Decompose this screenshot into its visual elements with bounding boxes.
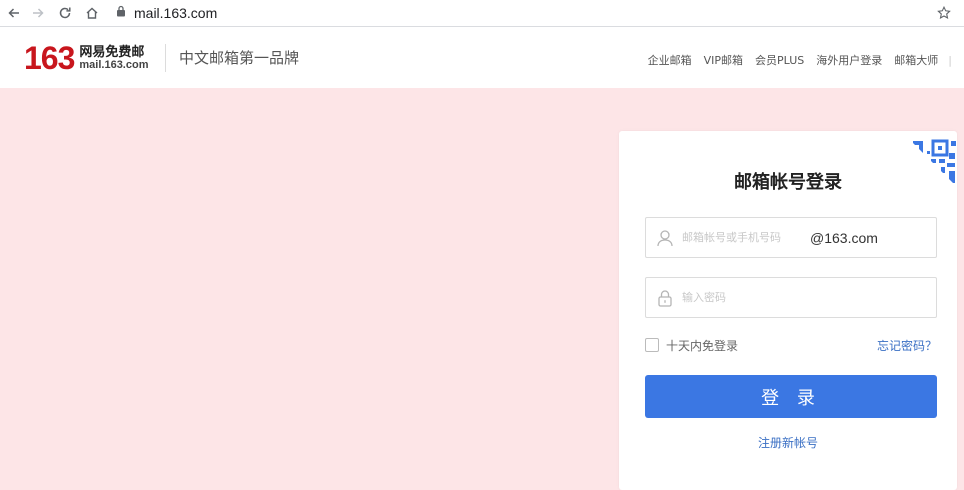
link-vip-mail[interactable]: VIP邮箱	[704, 52, 743, 68]
remember-checkbox[interactable]	[645, 338, 659, 352]
lock-icon	[116, 4, 126, 22]
login-options: 十天内免登录 忘记密码？	[645, 336, 937, 354]
reload-icon[interactable]	[55, 3, 75, 23]
password-input[interactable]	[682, 291, 922, 304]
site-header: 163 网易免费邮 mail.163.com 中文邮箱第一品牌 企业邮箱 VIP…	[0, 28, 964, 88]
bookmark-star-icon[interactable]	[934, 3, 954, 23]
link-mail-master[interactable]: 邮箱大师	[894, 52, 938, 68]
login-button[interactable]: 登 录	[645, 375, 937, 418]
password-field[interactable]	[645, 277, 937, 318]
logo-divider	[165, 44, 166, 72]
link-overseas-login[interactable]: 海外用户登录	[816, 52, 882, 68]
home-icon[interactable]	[82, 3, 102, 23]
remember-label: 十天内免登录	[666, 338, 739, 353]
link-enterprise-mail[interactable]: 企业邮箱	[648, 52, 692, 68]
user-icon	[654, 227, 676, 249]
browser-toolbar: mail.163.com	[0, 0, 964, 27]
url-text: mail.163.com	[134, 5, 218, 21]
remember-me[interactable]: 十天内免登录	[645, 337, 738, 354]
account-field[interactable]: @163.com	[645, 217, 937, 258]
account-input[interactable]	[682, 231, 800, 244]
lock-icon	[654, 287, 676, 309]
logo-number: 163	[24, 40, 75, 76]
logo-163[interactable]: 163 网易免费邮 mail.163.com	[24, 40, 148, 76]
back-icon[interactable]	[4, 3, 24, 23]
top-links: 企业邮箱 VIP邮箱 会员PLUS 海外用户登录 邮箱大师 |	[636, 52, 952, 68]
logo-domain: mail.163.com	[79, 59, 149, 71]
forgot-password-link[interactable]: 忘记密码？	[877, 337, 937, 354]
link-member-plus[interactable]: 会员PLUS	[755, 52, 804, 68]
login-title: 邮箱帐号登录	[734, 172, 842, 193]
address-bar[interactable]: mail.163.com	[116, 3, 217, 23]
register-link[interactable]: 注册新帐号	[619, 434, 957, 451]
forward-icon[interactable]	[28, 3, 48, 23]
link-separator: |	[948, 53, 952, 67]
logo-title: 网易免费邮	[79, 44, 145, 59]
login-panel: 邮箱帐号登录 @163.com 十天内免登录 忘记密码？ 登 录 注册新帐号	[619, 131, 957, 490]
slogan: 中文邮箱第一品牌	[179, 49, 300, 67]
domain-suffix: @163.com	[810, 229, 878, 246]
